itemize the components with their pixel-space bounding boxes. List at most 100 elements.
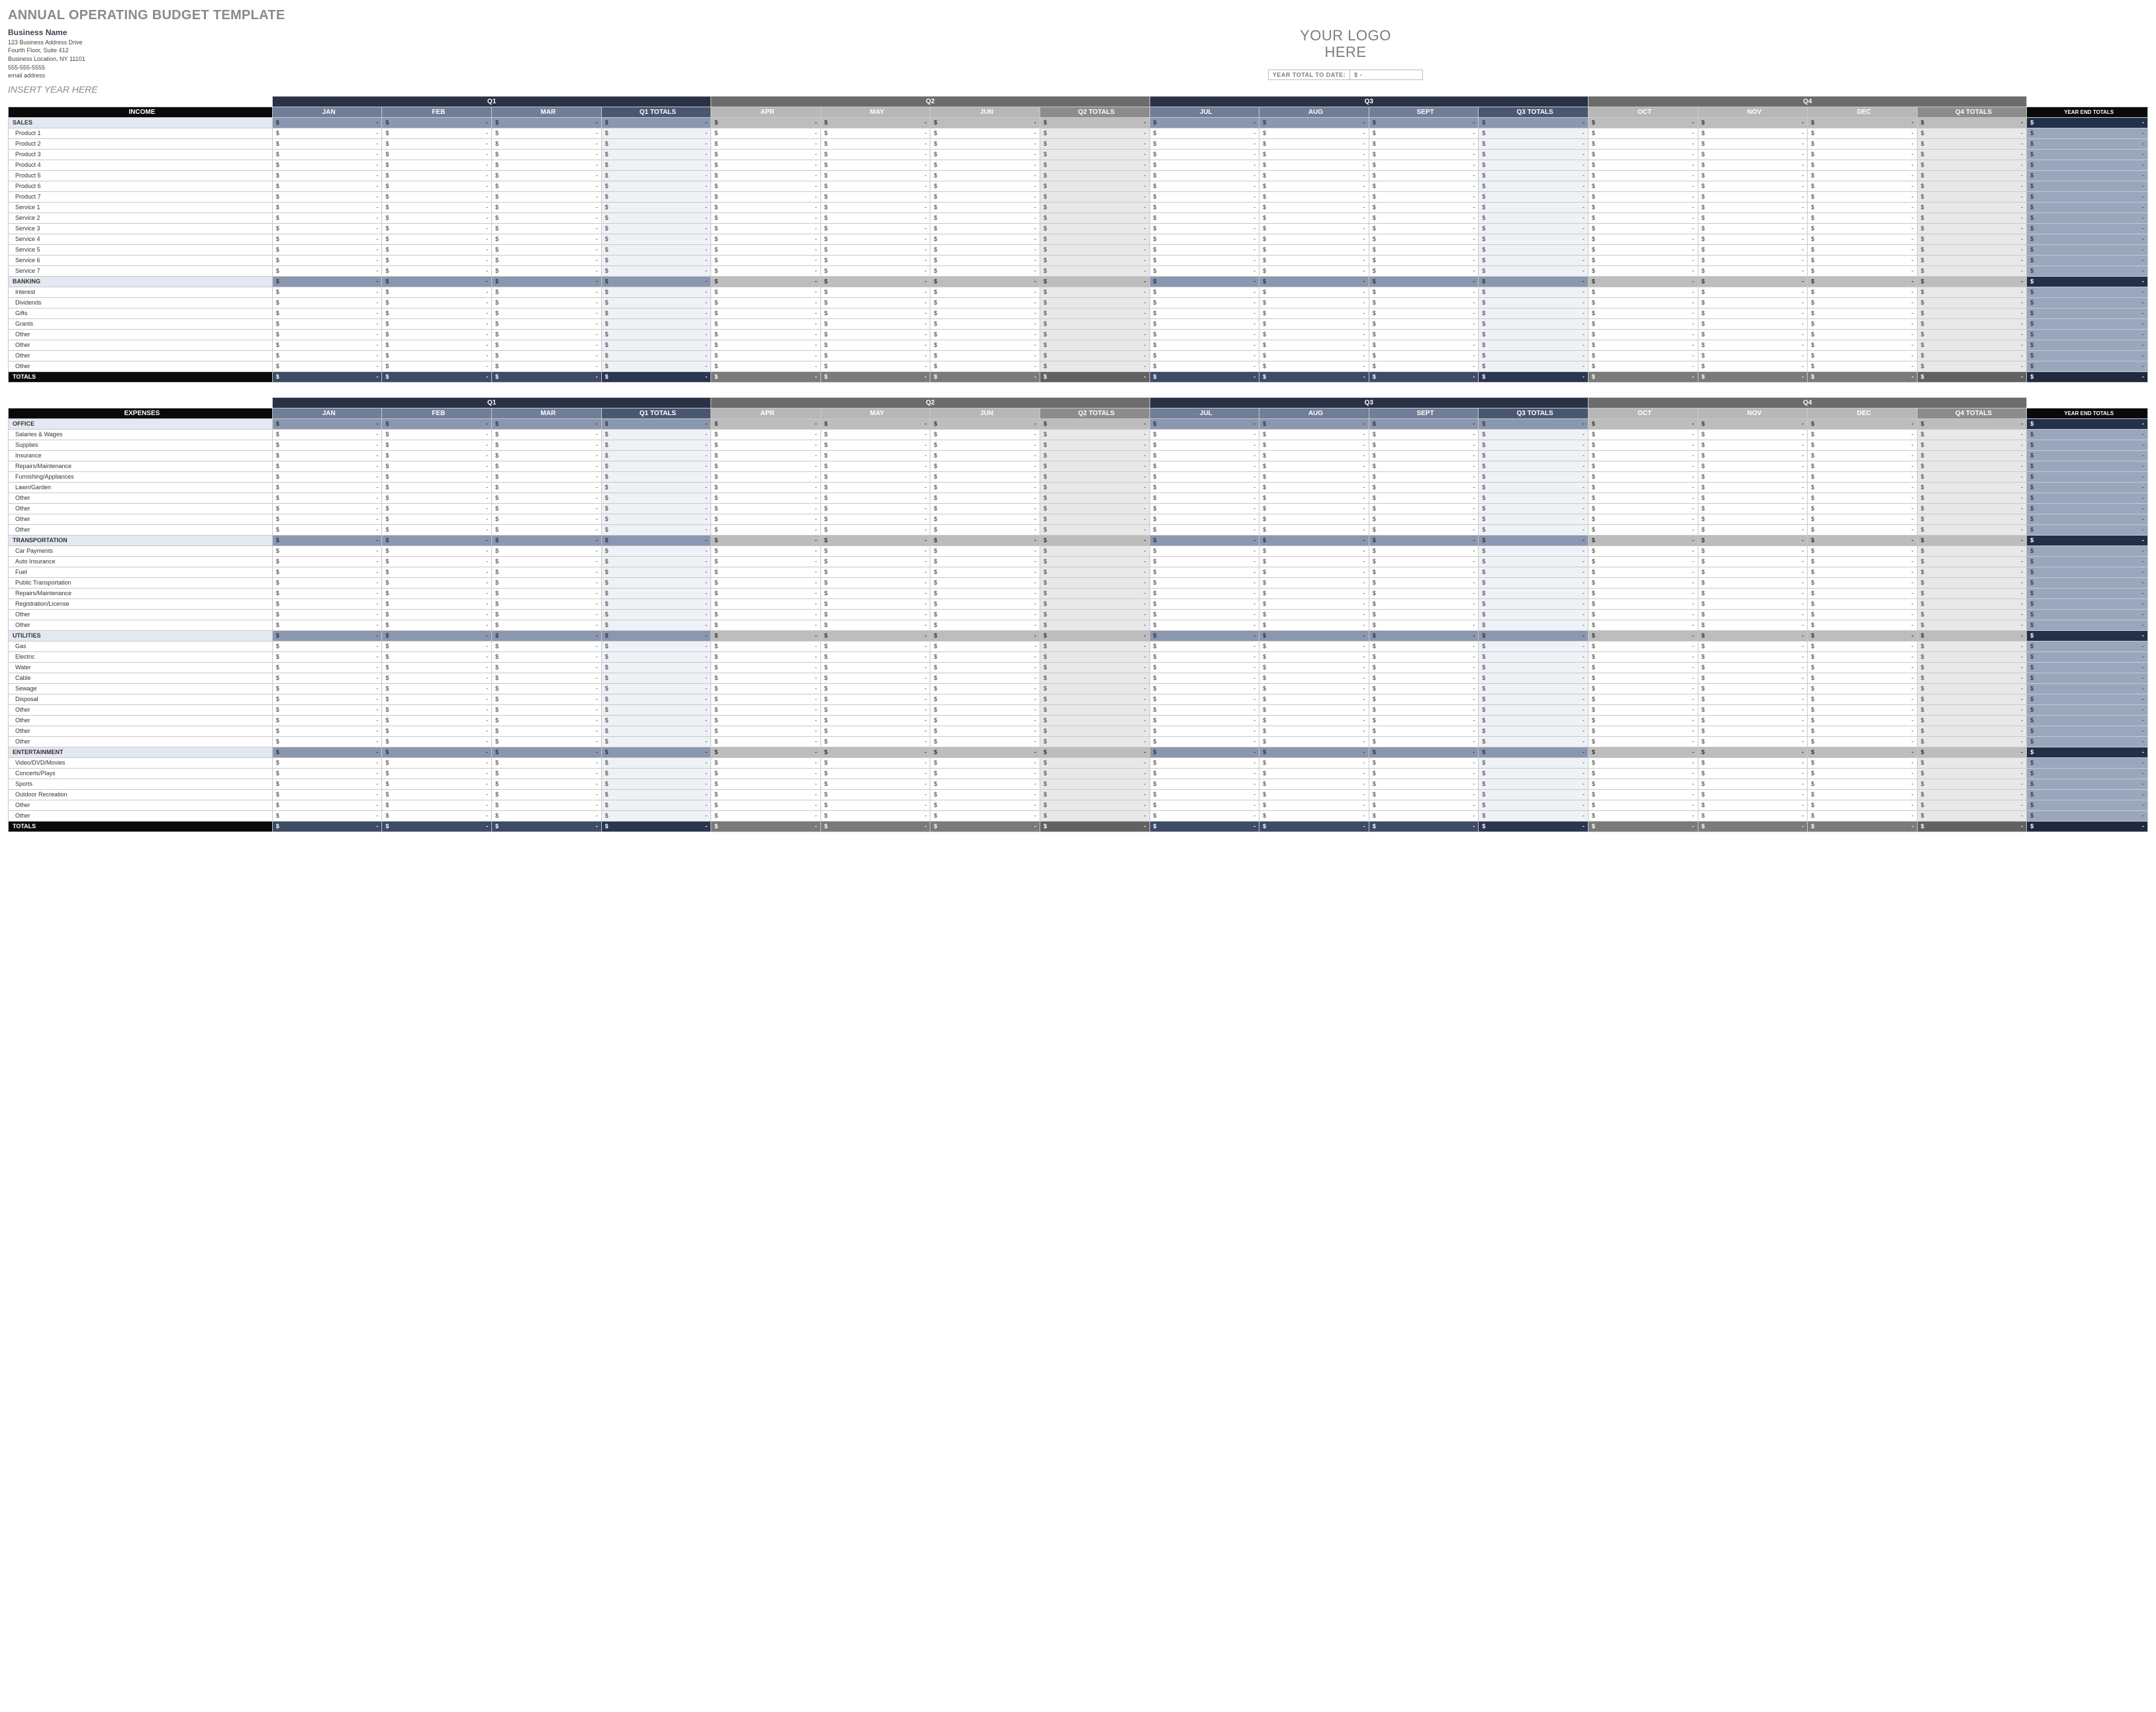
amount-cell[interactable]: $- — [382, 662, 492, 673]
amount-cell[interactable]: $- — [491, 418, 601, 429]
amount-cell[interactable]: $- — [1698, 736, 1808, 747]
amount-cell[interactable]: $- — [1369, 440, 1479, 450]
amount-cell[interactable]: $- — [1369, 609, 1479, 620]
amount-cell[interactable]: $- — [1369, 418, 1479, 429]
line-item-label[interactable]: Product 3 — [9, 149, 273, 160]
amount-cell[interactable]: $- — [601, 609, 711, 620]
amount-cell[interactable]: $- — [1479, 683, 1589, 694]
amount-cell[interactable]: $- — [601, 503, 711, 514]
amount-cell[interactable]: $- — [1588, 170, 1698, 181]
amount-cell[interactable]: $- — [1040, 810, 1150, 821]
amount-cell[interactable]: $- — [1698, 418, 1808, 429]
amount-cell[interactable]: $- — [1479, 694, 1589, 704]
amount-cell[interactable]: $- — [601, 694, 711, 704]
amount-cell[interactable]: $- — [1259, 223, 1369, 234]
amount-cell[interactable]: $- — [1588, 138, 1698, 149]
amount-cell[interactable]: $- — [1808, 471, 1918, 482]
amount-cell[interactable]: $- — [601, 308, 711, 318]
amount-cell[interactable]: $- — [1040, 641, 1150, 651]
amount-cell[interactable]: $- — [601, 546, 711, 556]
amount-cell[interactable]: $- — [272, 704, 382, 715]
amount-cell[interactable]: $- — [1698, 704, 1808, 715]
amount-cell[interactable]: $- — [272, 800, 382, 810]
amount-cell[interactable]: $- — [2027, 117, 2148, 128]
amount-cell[interactable]: $- — [272, 514, 382, 524]
amount-cell[interactable]: $- — [1917, 461, 2027, 471]
amount-cell[interactable]: $- — [491, 234, 601, 244]
amount-cell[interactable]: $- — [1040, 789, 1150, 800]
amount-cell[interactable]: $- — [930, 276, 1040, 287]
amount-cell[interactable]: $- — [1698, 598, 1808, 609]
amount-cell[interactable]: $- — [1369, 255, 1479, 265]
amount-cell[interactable]: $- — [382, 181, 492, 191]
amount-cell[interactable]: $- — [382, 810, 492, 821]
amount-cell[interactable]: $- — [1040, 514, 1150, 524]
amount-cell[interactable]: $- — [1808, 418, 1918, 429]
amount-cell[interactable]: $- — [1040, 588, 1150, 598]
amount-cell[interactable]: $- — [1698, 213, 1808, 223]
amount-cell[interactable]: $- — [711, 329, 821, 340]
amount-cell[interactable]: $- — [1917, 450, 2027, 461]
amount-cell[interactable]: $- — [1808, 234, 1918, 244]
amount-cell[interactable]: $- — [1369, 810, 1479, 821]
amount-cell[interactable]: $- — [1698, 340, 1808, 350]
amount-cell[interactable]: $- — [272, 694, 382, 704]
amount-cell[interactable]: $- — [930, 450, 1040, 461]
amount-cell[interactable]: $- — [491, 588, 601, 598]
amount-cell[interactable]: $- — [2027, 715, 2148, 726]
amount-cell[interactable]: $- — [382, 683, 492, 694]
amount-cell[interactable]: $- — [1479, 461, 1589, 471]
amount-cell[interactable]: $- — [1698, 747, 1808, 757]
amount-cell[interactable]: $- — [601, 810, 711, 821]
amount-cell[interactable]: $- — [382, 620, 492, 630]
amount-cell[interactable]: $- — [1588, 471, 1698, 482]
amount-cell[interactable]: $- — [1917, 789, 2027, 800]
amount-cell[interactable]: $- — [930, 598, 1040, 609]
amount-cell[interactable]: $- — [491, 556, 601, 567]
amount-cell[interactable]: $- — [272, 160, 382, 170]
amount-cell[interactable]: $- — [1479, 202, 1589, 213]
amount-cell[interactable]: $- — [1150, 630, 1259, 641]
line-item-label[interactable]: Public Transportation — [9, 577, 273, 588]
amount-cell[interactable]: $- — [1150, 651, 1259, 662]
amount-cell[interactable]: $- — [1369, 213, 1479, 223]
amount-cell[interactable]: $- — [491, 598, 601, 609]
amount-cell[interactable]: $- — [1588, 429, 1698, 440]
amount-cell[interactable]: $- — [820, 418, 930, 429]
line-item-label[interactable]: Auto Insurance — [9, 556, 273, 567]
amount-cell[interactable]: $- — [1479, 577, 1589, 588]
amount-cell[interactable]: $- — [1479, 170, 1589, 181]
amount-cell[interactable]: $- — [1917, 471, 2027, 482]
amount-cell[interactable]: $- — [382, 651, 492, 662]
amount-cell[interactable]: $- — [1150, 170, 1259, 181]
amount-cell[interactable]: $- — [1040, 149, 1150, 160]
amount-cell[interactable]: $- — [601, 329, 711, 340]
amount-cell[interactable]: $- — [1369, 821, 1479, 832]
amount-cell[interactable]: $- — [1040, 493, 1150, 503]
amount-cell[interactable]: $- — [2027, 747, 2148, 757]
amount-cell[interactable]: $- — [2027, 361, 2148, 371]
amount-cell[interactable]: $- — [1698, 567, 1808, 577]
amount-cell[interactable]: $- — [1150, 715, 1259, 726]
amount-cell[interactable]: $- — [272, 202, 382, 213]
amount-cell[interactable]: $- — [1479, 471, 1589, 482]
amount-cell[interactable]: $- — [1369, 287, 1479, 297]
amount-cell[interactable]: $- — [272, 641, 382, 651]
amount-cell[interactable]: $- — [1917, 493, 2027, 503]
amount-cell[interactable]: $- — [272, 117, 382, 128]
amount-cell[interactable]: $- — [601, 588, 711, 598]
amount-cell[interactable]: $- — [491, 308, 601, 318]
amount-cell[interactable]: $- — [1479, 673, 1589, 683]
line-item-label[interactable]: Other — [9, 704, 273, 715]
amount-cell[interactable]: $- — [1259, 461, 1369, 471]
amount-cell[interactable]: $- — [820, 503, 930, 514]
amount-cell[interactable]: $- — [382, 546, 492, 556]
amount-cell[interactable]: $- — [1150, 662, 1259, 673]
amount-cell[interactable]: $- — [1698, 429, 1808, 440]
amount-cell[interactable]: $- — [491, 191, 601, 202]
line-item-label[interactable]: Video/DVD/Movies — [9, 757, 273, 768]
amount-cell[interactable]: $- — [1808, 440, 1918, 450]
amount-cell[interactable]: $- — [491, 620, 601, 630]
amount-cell[interactable]: $- — [1259, 683, 1369, 694]
amount-cell[interactable]: $- — [382, 287, 492, 297]
